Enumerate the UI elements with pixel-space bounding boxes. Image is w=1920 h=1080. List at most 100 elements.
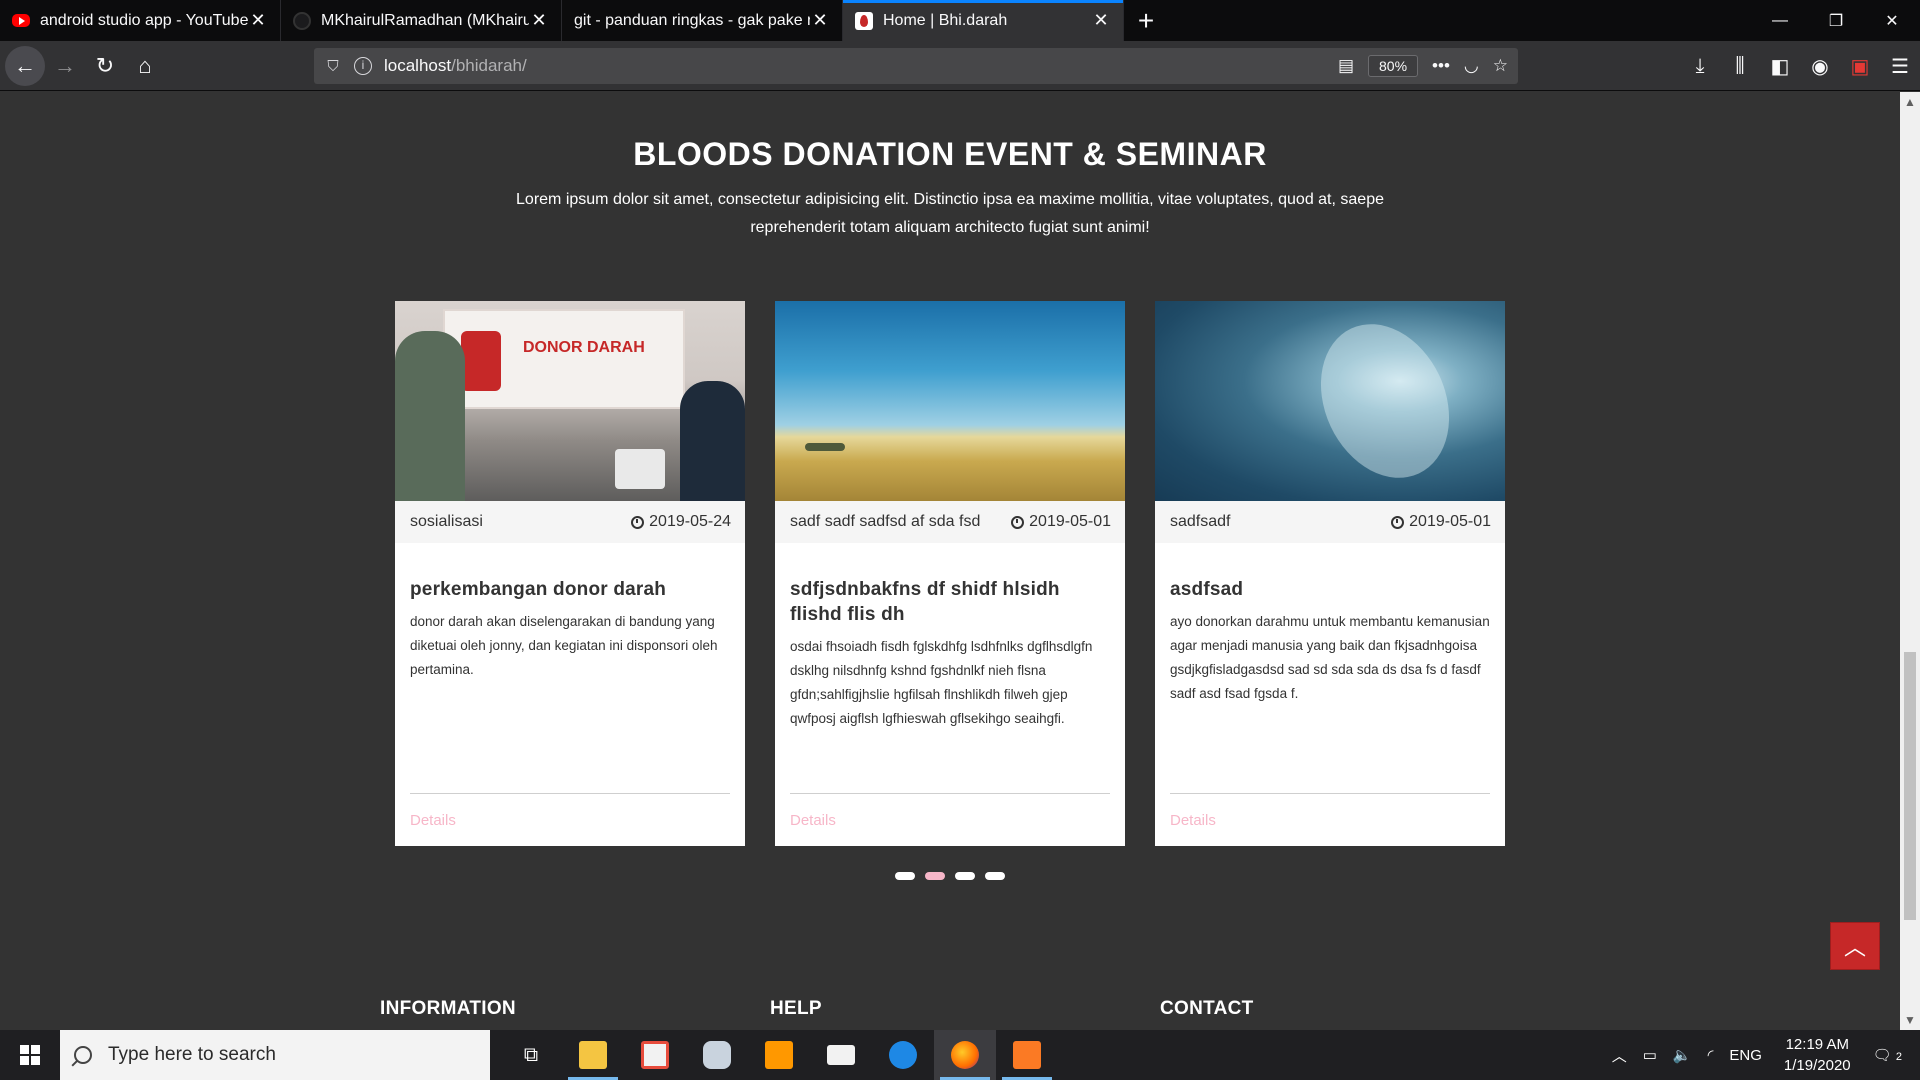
battery-icon[interactable]: ▭	[1635, 1046, 1665, 1064]
event-image: DONOR DARAH	[395, 301, 745, 501]
person-silhouette	[680, 381, 745, 501]
reader-view-icon[interactable]: ▤	[1338, 56, 1354, 76]
page-actions-icon[interactable]: •••	[1432, 56, 1450, 76]
carousel-dot[interactable]	[895, 872, 915, 880]
notification-center-button[interactable]: 🗨 2	[1865, 1046, 1920, 1064]
event-card: DONOR DARAH sosialisasi 2019-05-24 perke…	[395, 301, 745, 846]
taskbar-clock[interactable]: 12:19 AM 1/19/2020	[1770, 1034, 1865, 1076]
account-icon[interactable]: ◉	[1800, 54, 1840, 79]
card-date-text: 2019-05-01	[1409, 513, 1491, 530]
clock-icon	[1391, 515, 1405, 529]
card-date: 2019-05-24	[631, 513, 731, 531]
tab-git-guide[interactable]: git - panduan ringkas - gak pake ri ✕	[562, 0, 843, 41]
divider	[790, 793, 1110, 794]
tab-youtube[interactable]: android studio app - YouTube ✕	[0, 0, 281, 41]
close-window-button[interactable]: ✕	[1864, 0, 1920, 41]
details-link[interactable]: Details	[410, 812, 456, 829]
firefox-icon	[951, 1041, 979, 1069]
notification-icon: 🗨	[1872, 1047, 1892, 1064]
database-app[interactable]	[686, 1030, 748, 1080]
start-button[interactable]	[0, 1030, 60, 1080]
tab-title: android studio app - YouTube	[40, 11, 248, 29]
chevron-up-icon[interactable]: ︿	[1604, 1045, 1635, 1066]
extension-icon[interactable]: ▣	[1840, 54, 1880, 79]
carousel-dot[interactable]	[985, 872, 1005, 880]
library-icon[interactable]: ⫼	[1720, 55, 1760, 78]
tab-home-bhidarah[interactable]: Home | Bhi.darah ✕	[843, 0, 1124, 41]
store-app[interactable]	[624, 1030, 686, 1080]
card-meta: sadfsadf 2019-05-01	[1155, 501, 1505, 543]
scroll-down-arrow-icon[interactable]: ▼	[1900, 1010, 1920, 1030]
sublime-text-app[interactable]	[748, 1030, 810, 1080]
edge-app[interactable]	[872, 1030, 934, 1080]
divider	[410, 793, 730, 794]
carousel-dot-active[interactable]	[925, 872, 945, 880]
card-date-text: 2019-05-01	[1029, 513, 1111, 530]
pocket-icon[interactable]: ◡	[1464, 56, 1479, 76]
search-placeholder: Type here to search	[108, 1044, 276, 1065]
volume-icon[interactable]: 🔈	[1665, 1046, 1700, 1064]
section-title: BLOODS DONATION EVENT & SEMINAR	[633, 136, 1267, 172]
windows-taskbar: Type here to search ⧉ ︿ ▭ 🔈 ◜ ENG 12:19 …	[0, 1030, 1920, 1080]
zoom-level-button[interactable]: 80%	[1368, 55, 1419, 77]
details-link[interactable]: Details	[790, 812, 836, 829]
event-card: sadfsadf 2019-05-01 asdfsad ayo donorkan…	[1155, 301, 1505, 846]
banner-text: DONOR DARAH	[523, 339, 645, 356]
file-explorer-app[interactable]	[562, 1030, 624, 1080]
new-tab-button[interactable]: +	[1124, 0, 1168, 41]
card-date: 2019-05-01	[1391, 513, 1491, 531]
address-bar[interactable]: ⛉ i localhost/bhidarah/ ▤ 80% ••• ◡ ☆	[314, 48, 1518, 84]
forward-button[interactable]: →	[45, 46, 85, 86]
scroll-up-arrow-icon[interactable]: ▲	[1900, 92, 1920, 112]
back-to-top-button[interactable]: ︿	[1830, 922, 1880, 970]
youtube-icon	[12, 14, 30, 27]
url-path: /bhidarah/	[451, 56, 527, 75]
chevron-up-icon: ︿	[1843, 935, 1866, 960]
xampp-app[interactable]	[996, 1030, 1058, 1080]
card-title: asdfsad	[1170, 579, 1244, 600]
home-button[interactable]: ⌂	[125, 46, 165, 86]
task-view-button[interactable]: ⧉	[500, 1030, 562, 1080]
close-icon[interactable]: ✕	[248, 10, 268, 31]
tab-title: git - panduan ringkas - gak pake ri	[574, 11, 810, 29]
back-button[interactable]: ←	[5, 45, 45, 86]
close-icon[interactable]: ✕	[810, 10, 830, 31]
shield-icon[interactable]: ⛉	[324, 58, 342, 75]
window-controls: — ❐ ✕	[1752, 0, 1920, 41]
close-icon[interactable]: ✕	[529, 10, 549, 31]
info-icon[interactable]: i	[354, 57, 372, 75]
system-tray: ︿ ▭ 🔈 ◜ ENG 12:19 AM 1/19/2020 🗨 2	[1604, 1030, 1920, 1080]
language-indicator[interactable]: ENG	[1721, 1047, 1770, 1064]
card-title: sdfjsdnbakfns df shidf hlsidh flishd fli…	[790, 579, 1060, 625]
downloads-icon[interactable]: ⤓	[1680, 55, 1720, 78]
clock-date: 1/19/2020	[1783, 1057, 1851, 1074]
details-link[interactable]: Details	[1170, 812, 1216, 829]
firefox-app[interactable]	[934, 1030, 996, 1080]
store-bag-icon	[641, 1041, 669, 1069]
mail-app[interactable]	[810, 1030, 872, 1080]
cooler-box	[615, 449, 665, 489]
folder-icon	[579, 1041, 607, 1069]
browser-toolbar: ← → ↻ ⌂ ⛉ i localhost/bhidarah/ ▤ 80% ••…	[0, 41, 1920, 91]
menu-icon[interactable]: ☰	[1880, 54, 1920, 79]
card-meta: sosialisasi 2019-05-24	[395, 501, 745, 543]
carousel-dot[interactable]	[955, 872, 975, 880]
page-scrollbar[interactable]: ▲ ▼	[1900, 92, 1920, 1030]
browser-tab-bar: android studio app - YouTube ✕ MKhairulR…	[0, 0, 1920, 41]
taskbar-search[interactable]: Type here to search	[60, 1030, 490, 1080]
close-icon[interactable]: ✕	[1091, 10, 1111, 31]
event-card: sadf sadf sadfsd af sda fsd 2019-05-01 s…	[775, 301, 1125, 846]
bookmark-star-icon[interactable]: ☆	[1493, 56, 1508, 76]
blood-drop-icon	[855, 11, 873, 30]
person-silhouette	[395, 331, 465, 501]
reload-button[interactable]: ↻	[85, 46, 125, 86]
sidebar-icon[interactable]: ◧	[1760, 54, 1800, 79]
minimize-button[interactable]: —	[1752, 0, 1808, 41]
card-text: osdai fhsoiadh fisdh fglskdhfg lsdhfnlks…	[790, 639, 1093, 726]
scroll-thumb[interactable]	[1904, 652, 1916, 920]
card-title: perkembangan donor darah	[410, 579, 667, 600]
tab-github[interactable]: MKhairulRamadhan (MKhairulR ✕	[281, 0, 562, 41]
wifi-icon[interactable]: ◜	[1700, 1046, 1722, 1064]
restore-button[interactable]: ❐	[1808, 0, 1864, 41]
card-date: 2019-05-01	[1011, 513, 1111, 531]
